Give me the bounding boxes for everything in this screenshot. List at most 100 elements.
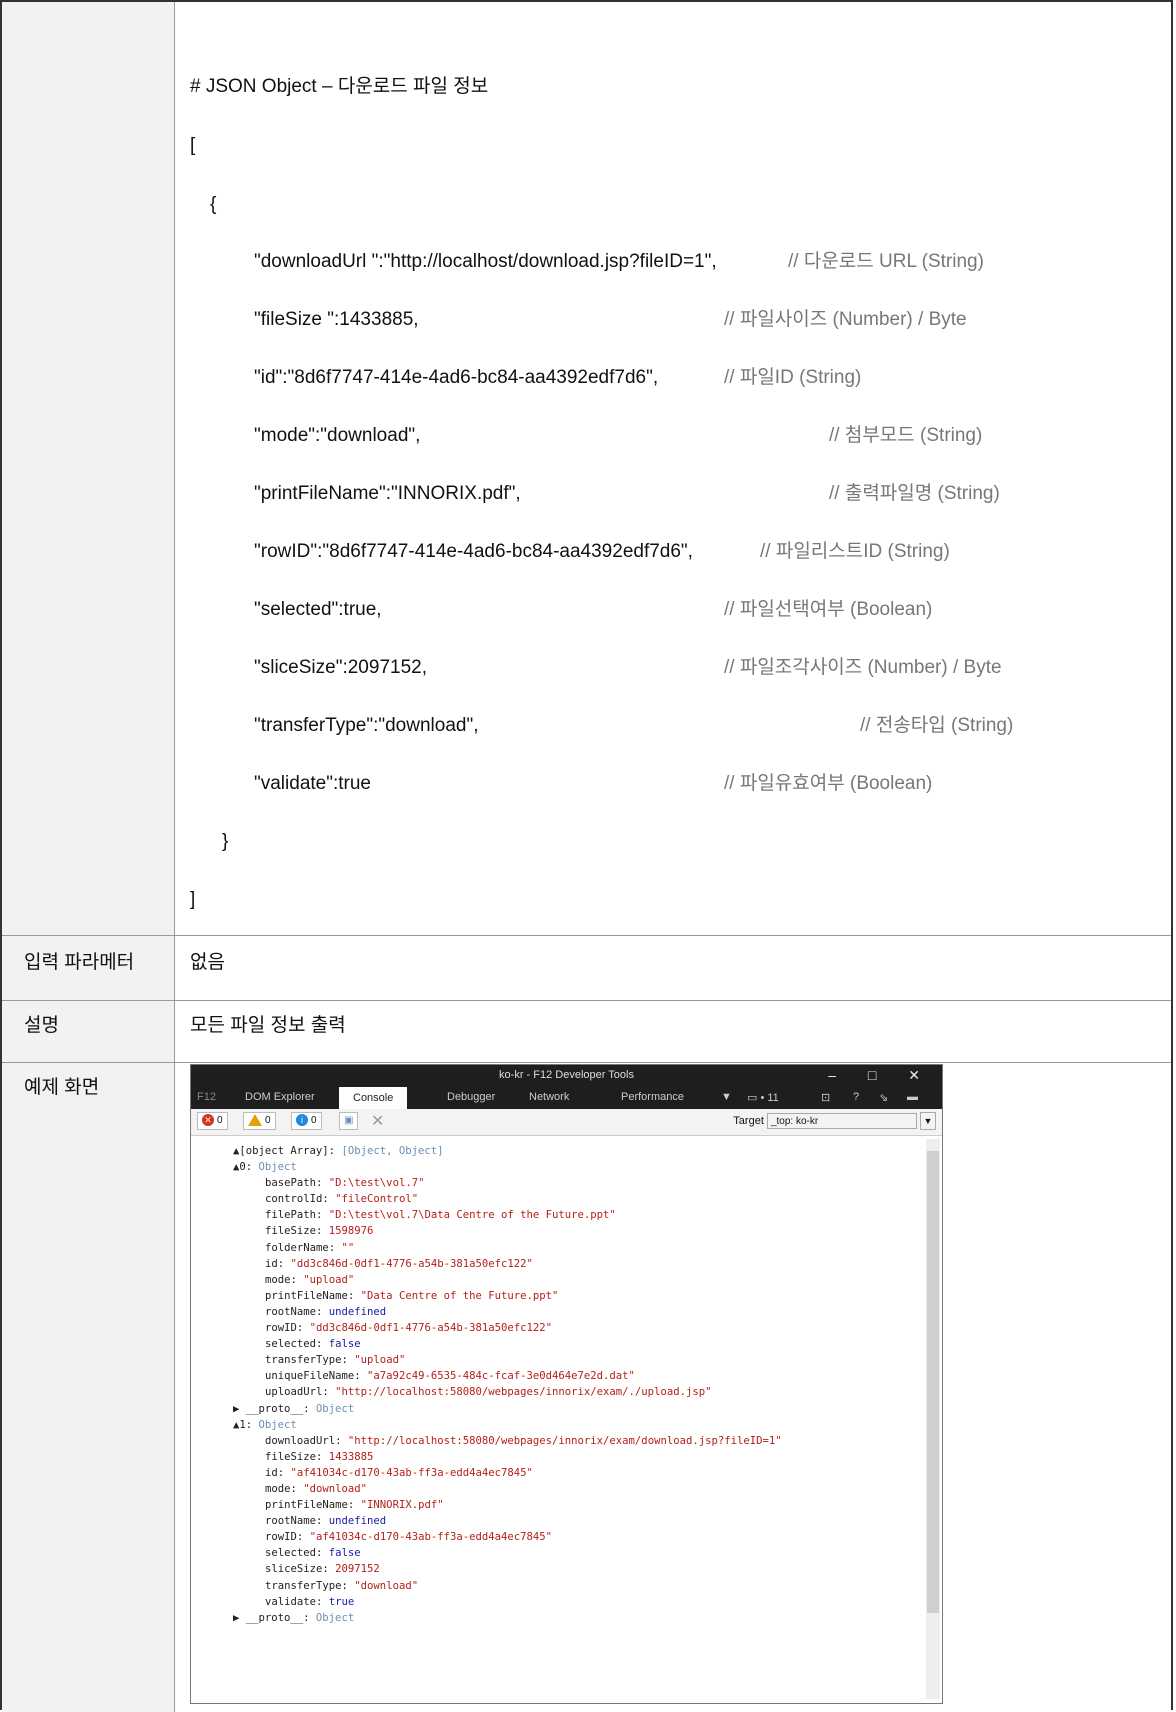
console-value: undefined	[322, 1515, 387, 1528]
console-key: uploadUrl:	[265, 1386, 329, 1399]
console-value: "fileControl"	[328, 1193, 419, 1206]
code-comment: // 파일조각사이즈 (Number) / Byte	[724, 657, 1002, 678]
console-line: fileSize: 1598976	[221, 1223, 942, 1239]
code-open-bracket: [	[190, 135, 196, 156]
console-key: sliceSize:	[265, 1563, 329, 1576]
warnings-count: 0	[265, 1115, 271, 1126]
console-value: "a7a92c49-6535-484c-fcaf-3e0d464e7e2d.da…	[360, 1370, 635, 1383]
console-icon[interactable]: ⊡	[821, 1091, 830, 1104]
console-key: ▶ __proto__:	[233, 1402, 310, 1415]
console-line: printFileName: "Data Centre of the Futur…	[221, 1288, 942, 1304]
console-value: "upload"	[347, 1354, 406, 1367]
console-line[interactable]: ▶ __proto__: Object	[221, 1401, 942, 1417]
console-line: filePath: "D:\test\vol.7\Data Centre of …	[221, 1207, 942, 1223]
devtools-screenshot: ko-kr - F12 Developer Tools – □ ✕ F12 DO…	[190, 1064, 943, 1704]
console-key: rowID:	[265, 1322, 304, 1335]
console-key: id:	[265, 1466, 285, 1479]
example-screen-label: 예제 화면	[24, 1077, 100, 1098]
clear-console-icon[interactable]: ✕	[371, 1111, 384, 1131]
console-key: ▲1:	[233, 1418, 253, 1431]
console-value: undefined	[322, 1305, 387, 1318]
console-line[interactable]: ▲[object Array]: [Object, Object]	[221, 1143, 942, 1159]
console-key: fileSize:	[265, 1450, 323, 1463]
console-line: rootName: undefined	[221, 1304, 942, 1320]
clear-on-navigate-icon[interactable]: ▣	[339, 1112, 359, 1130]
code-close-bracket: ]	[190, 889, 196, 910]
console-line[interactable]: ▲0: Object	[221, 1159, 942, 1175]
console-key: ▶ __proto__:	[233, 1611, 310, 1624]
console-key: transferType:	[265, 1354, 348, 1367]
console-output: ▲[object Array]: [Object, Object] ▲0: Ob…	[191, 1137, 942, 1703]
console-line: mode: "download"	[221, 1481, 942, 1497]
row-divider	[2, 1000, 1171, 1001]
console-value: "D:\test\vol.7\Data Centre of the Future…	[322, 1209, 616, 1222]
devtools-tabbar: F12 DOM Explorer Console Debugger Networ…	[191, 1087, 942, 1109]
row-divider	[2, 935, 1171, 936]
console-scrollbar[interactable]	[926, 1139, 940, 1699]
code-comment: // 파일사이즈 (Number) / Byte	[724, 309, 967, 330]
row-divider	[2, 1062, 1171, 1063]
document-table: # JSON Object – 다운로드 파일 정보 [ { "download…	[0, 0, 1173, 1712]
console-value: Object	[252, 1161, 297, 1174]
tab-performance[interactable]: Performance	[621, 1091, 684, 1103]
info-count: 0	[311, 1115, 317, 1126]
console-key: mode:	[265, 1273, 297, 1286]
code-line: "rowID":"8d6f7747-414e-4ad6-bc84-aa4392e…	[254, 541, 693, 562]
console-line: transferType: "download"	[221, 1578, 942, 1594]
target-selector[interactable]: Target _top: ko-kr ▼	[733, 1112, 936, 1130]
console-line: rootName: undefined	[221, 1513, 942, 1529]
code-line: "downloadUrl ":"http://localhost/downloa…	[254, 251, 717, 272]
console-line[interactable]: ▲1: Object	[221, 1417, 942, 1433]
code-line: "validate":true	[254, 773, 371, 794]
console-key: selected:	[265, 1547, 323, 1560]
input-param-value: 없음	[190, 952, 225, 973]
console-value: true	[322, 1595, 355, 1608]
info-filter-button[interactable]: i0	[291, 1112, 322, 1130]
console-key: ▲[object Array]:	[233, 1145, 336, 1157]
console-value: "download"	[347, 1579, 419, 1592]
console-value: "http://localhost:58080/webpages/innorix…	[328, 1386, 712, 1399]
emulation-icon[interactable]: ▭ • 11	[747, 1091, 779, 1104]
devtools-titlebar: ko-kr - F12 Developer Tools – □ ✕	[191, 1065, 942, 1087]
code-comment: // 전송타입 (String)	[860, 715, 1014, 736]
console-line: folderName: ""	[221, 1240, 942, 1256]
code-line: "transferType":"download",	[254, 715, 479, 736]
window-controls[interactable]: – □ ✕	[828, 1067, 934, 1084]
console-key: id:	[265, 1257, 285, 1270]
console-key: rootName:	[265, 1305, 323, 1318]
target-dropdown[interactable]: _top: ko-kr	[766, 1113, 917, 1129]
tab-dom-explorer[interactable]: DOM Explorer	[245, 1091, 315, 1103]
target-label: Target	[733, 1114, 764, 1127]
console-line: uniqueFileName: "a7a92c49-6535-484c-fcaf…	[221, 1368, 942, 1384]
console-value: 2097152	[328, 1563, 380, 1576]
code-close-brace: }	[222, 831, 229, 852]
console-value: false	[322, 1547, 361, 1560]
console-line[interactable]: ▶ __proto__: Object	[221, 1610, 942, 1626]
console-value: Object	[309, 1611, 355, 1624]
help-icon[interactable]: ?	[853, 1091, 859, 1103]
console-line: downloadUrl: "http://localhost:58080/web…	[221, 1433, 942, 1449]
console-line: controlId: "fileControl"	[221, 1191, 942, 1207]
warnings-filter-button[interactable]: 0	[243, 1112, 276, 1130]
code-line: "mode":"download",	[254, 425, 421, 446]
console-line: id: "af41034c-d170-43ab-ff3a-edd4a4ec784…	[221, 1465, 942, 1481]
tab-debugger[interactable]: Debugger	[447, 1091, 495, 1103]
description-label: 설명	[24, 1015, 59, 1036]
info-icon: i	[296, 1114, 308, 1127]
console-key: basePath:	[265, 1177, 323, 1190]
console-line: sliceSize: 2097152	[221, 1561, 942, 1577]
filter-icon[interactable]: ▼	[721, 1091, 732, 1103]
warning-icon	[248, 1114, 262, 1127]
dock-icon[interactable]: ▬	[907, 1091, 918, 1103]
tab-network[interactable]: Network	[529, 1091, 569, 1103]
tab-console[interactable]: Console	[339, 1087, 408, 1109]
console-line: selected: false	[221, 1545, 942, 1561]
console-key: printFileName:	[265, 1289, 355, 1302]
errors-filter-button[interactable]: ✕ 0	[197, 1112, 228, 1130]
chevron-down-icon[interactable]: ▼	[920, 1112, 936, 1130]
code-open-brace: {	[210, 194, 217, 215]
tab-f12[interactable]: F12	[197, 1091, 216, 1103]
scrollbar-thumb[interactable]	[927, 1151, 939, 1613]
console-key: controlId:	[265, 1193, 329, 1206]
undock-icon[interactable]: ⇘	[879, 1091, 888, 1104]
